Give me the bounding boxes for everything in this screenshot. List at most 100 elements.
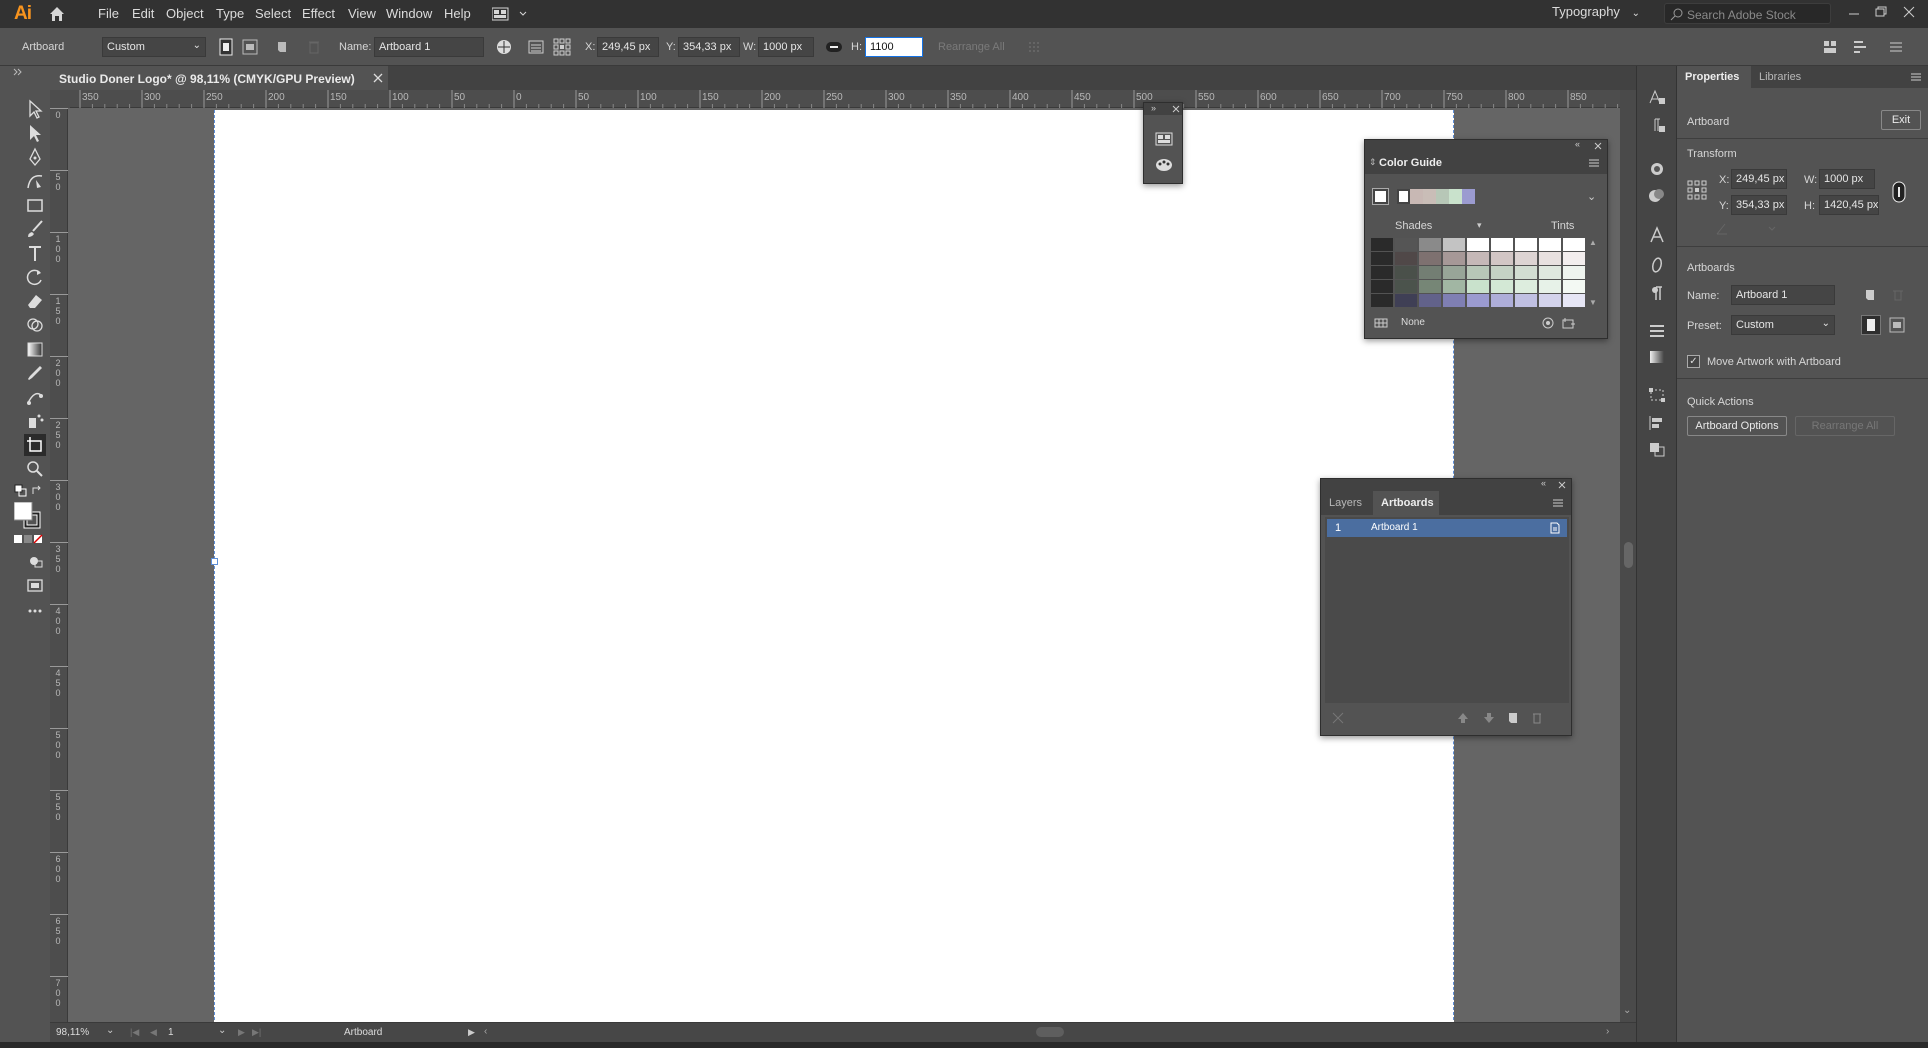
close-tab-icon[interactable] <box>372 72 384 84</box>
curvature-tool-icon[interactable] <box>24 170 46 192</box>
paintbrush-tool-icon[interactable] <box>24 218 46 240</box>
shape-builder-tool-icon[interactable] <box>24 314 46 336</box>
zoom-select[interactable]: 98,11% ⌄ <box>50 1025 120 1041</box>
workspace-switcher[interactable]: Typography ⌄ <box>1552 4 1640 19</box>
control-menu-icon[interactable] <box>1886 37 1906 57</box>
arrange-documents-icon[interactable] <box>492 7 528 21</box>
reference-point-icon[interactable] <box>1687 180 1707 200</box>
color-guide-swatch[interactable] <box>1491 294 1514 308</box>
transform-icon[interactable] <box>1647 386 1667 404</box>
color-guide-swatch[interactable] <box>1395 266 1418 280</box>
close-icon[interactable] <box>1902 5 1916 19</box>
color-guide-swatch[interactable] <box>1443 266 1466 280</box>
move-artwork-checkbox[interactable]: ✓ <box>1687 355 1700 368</box>
move-artwork-icon[interactable] <box>494 37 514 57</box>
panel-menu-icon[interactable] <box>1909 72 1923 82</box>
color-guide-swatch[interactable] <box>1563 266 1586 280</box>
paragraph-icon[interactable] <box>1647 284 1667 302</box>
x-input[interactable]: 249,45 px <box>597 37 659 57</box>
screen-mode-icon[interactable] <box>24 574 46 596</box>
color-guide-swatch[interactable] <box>1419 280 1442 294</box>
appearance-icon[interactable] <box>1647 160 1667 178</box>
color-guide-swatch[interactable] <box>1395 294 1418 308</box>
color-icon[interactable] <box>1647 186 1667 204</box>
gradient-tool-icon[interactable] <box>24 338 46 360</box>
artboard-options-icon[interactable] <box>526 37 546 57</box>
first-artboard-icon[interactable]: |◀ <box>130 1027 139 1038</box>
scroll-down-icon[interactable]: ▼ <box>1589 298 1597 307</box>
next-artboard-icon[interactable]: ▶ <box>238 1027 245 1038</box>
color-guide-swatch[interactable] <box>1515 280 1538 294</box>
delete-artboard-icon[interactable] <box>1891 288 1905 302</box>
rotate-angle-icon[interactable] <box>1715 222 1785 236</box>
color-guide-swatch[interactable] <box>1563 294 1586 308</box>
harmony-swatch[interactable] <box>1436 189 1449 204</box>
eraser-tool-icon[interactable] <box>24 290 46 312</box>
eyedropper-tool-icon[interactable] <box>24 362 46 384</box>
new-artboard-icon[interactable] <box>1863 288 1877 302</box>
vertical-scrollbar[interactable]: ⌄ <box>1620 90 1636 1022</box>
color-guide-swatch[interactable] <box>1539 252 1562 266</box>
draw-mode-icon[interactable] <box>24 550 46 572</box>
tab-artboards[interactable]: Artboards <box>1373 491 1439 515</box>
vertical-ruler[interactable]: 0 50 100 150 200 250 300 350 400 450 500 550 600 650 7… <box>50 108 68 1022</box>
menu-effect[interactable]: Effect <box>302 6 335 21</box>
color-guide-swatch[interactable] <box>1443 294 1466 308</box>
rearrange-all-button[interactable]: Rearrange All <box>938 41 1005 53</box>
color-guide-swatch[interactable] <box>1491 252 1514 266</box>
color-guide-swatch[interactable] <box>1467 266 1490 280</box>
color-guide-swatch[interactable] <box>1443 238 1466 252</box>
harmony-dropdown-icon[interactable]: ⌄ <box>1587 190 1596 203</box>
artboard-row-name[interactable]: Artboard 1 <box>1371 522 1418 533</box>
home-icon[interactable] <box>48 5 66 23</box>
artboards-panel-icon[interactable] <box>1154 131 1174 147</box>
artboard-number-select[interactable]: 1 ⌄ <box>164 1025 234 1041</box>
exit-button[interactable]: Exit <box>1881 110 1921 130</box>
restore-icon[interactable] <box>1874 5 1888 19</box>
expand-panel-icon[interactable]: » <box>1151 103 1156 113</box>
status-menu-icon[interactable]: ▶ <box>468 1027 475 1038</box>
paragraph-styles-icon[interactable] <box>1647 116 1667 134</box>
rearrange-icon[interactable] <box>1331 711 1345 725</box>
default-colors-icon[interactable] <box>14 484 28 498</box>
tab-properties[interactable]: Properties <box>1677 66 1751 88</box>
prop-preset-select[interactable]: Custom ⌄ <box>1731 315 1835 335</box>
harmony-swatch[interactable] <box>1410 189 1423 204</box>
swap-colors-icon[interactable] <box>30 484 44 498</box>
panel-menu-icon[interactable] <box>1551 498 1565 508</box>
reference-point-icon[interactable] <box>552 37 572 57</box>
move-down-icon[interactable] <box>1483 711 1495 725</box>
artboard-options-button[interactable]: Artboard Options <box>1687 416 1787 436</box>
artboard-tool-icon[interactable] <box>24 434 46 456</box>
scroll-up-icon[interactable]: ▲ <box>1589 238 1599 247</box>
harmony-colors[interactable] <box>1397 189 1479 204</box>
gradient-icon[interactable] <box>1647 348 1667 366</box>
panel-menu-icon[interactable] <box>1587 158 1601 168</box>
save-color-group-icon[interactable] <box>1561 316 1577 330</box>
color-guide-swatch[interactable] <box>1539 266 1562 280</box>
delete-artboard-icon[interactable] <box>304 37 324 57</box>
scroll-thumb[interactable] <box>1624 542 1633 568</box>
landscape-icon[interactable] <box>240 37 260 57</box>
prop-y-input[interactable]: 354,33 px <box>1731 195 1787 215</box>
selection-tool-icon[interactable] <box>24 98 46 120</box>
color-guide-swatch[interactable] <box>1443 280 1466 294</box>
close-icon[interactable] <box>1171 104 1181 114</box>
color-guide-swatch[interactable] <box>1563 280 1586 294</box>
color-guide-swatch[interactable] <box>1467 252 1490 266</box>
color-guide-swatch[interactable] <box>1395 252 1418 266</box>
swatch-library-icon[interactable] <box>1373 316 1389 330</box>
color-guide-swatch[interactable] <box>1491 280 1514 294</box>
direct-selection-tool-icon[interactable] <box>24 122 46 144</box>
tab-layers[interactable]: Layers <box>1321 491 1373 515</box>
color-guide-swatch[interactable] <box>1371 238 1394 252</box>
color-guide-swatch[interactable] <box>1443 252 1466 266</box>
close-icon[interactable] <box>1593 141 1603 151</box>
align-icon[interactable] <box>1647 414 1667 432</box>
color-guide-icon[interactable] <box>1154 157 1174 173</box>
stroke-icon[interactable] <box>1647 322 1667 340</box>
previous-artboard-icon[interactable]: ◀ <box>150 1027 157 1038</box>
color-guide-swatch[interactable] <box>1515 252 1538 266</box>
color-guide-swatch[interactable] <box>1467 294 1490 308</box>
color-guide-swatch[interactable] <box>1371 266 1394 280</box>
